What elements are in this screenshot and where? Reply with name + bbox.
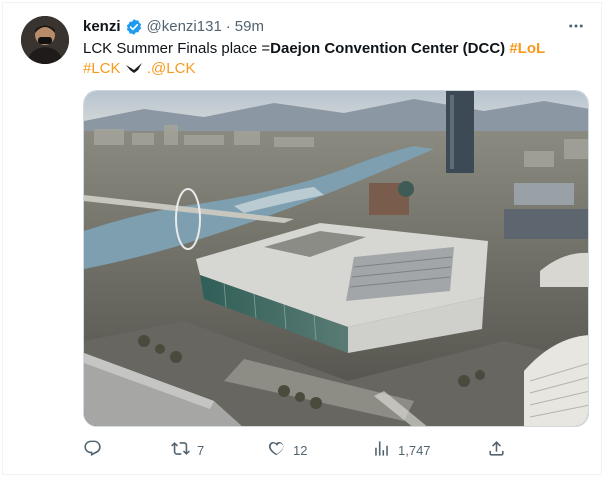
like-icon xyxy=(267,439,286,461)
author-handle[interactable]: @kenzi131 xyxy=(147,17,222,37)
hashtag-lck[interactable]: #LCK xyxy=(83,60,121,77)
reply-icon xyxy=(83,439,102,461)
views-button[interactable]: 1,747 xyxy=(372,439,431,461)
retweet-count: 7 xyxy=(197,442,205,458)
more-options-icon[interactable] xyxy=(565,15,587,37)
tweet-media-photo[interactable] xyxy=(83,90,589,427)
hashtag-lol[interactable]: #LoL xyxy=(509,40,545,57)
venue-name: Daejon Convention Center (DCC) xyxy=(270,40,506,57)
like-count: 12 xyxy=(293,442,308,458)
mention-lck[interactable]: .@LCK xyxy=(147,60,196,77)
tweet-header: kenzi @kenzi131 · 59m xyxy=(83,17,264,37)
share-button[interactable] xyxy=(487,439,506,461)
author-name[interactable]: kenzi xyxy=(83,17,121,37)
reply-button[interactable] xyxy=(83,439,109,461)
tweet-actions: 7 12 1,747 xyxy=(83,439,513,461)
tweet-card[interactable]: kenzi @kenzi131 · 59m LCK Summer Finals … xyxy=(2,2,602,475)
separator-dot: · xyxy=(225,18,231,35)
text-prefix: LCK Summer Finals place = xyxy=(83,40,271,57)
share-icon xyxy=(487,439,506,461)
views-icon xyxy=(372,439,391,461)
views-count: 1,747 xyxy=(398,442,431,458)
retweet-icon xyxy=(171,439,190,461)
timestamp[interactable]: 59m xyxy=(235,17,264,37)
verified-badge-icon xyxy=(125,18,143,36)
avatar[interactable] xyxy=(21,16,69,64)
like-button[interactable]: 12 xyxy=(267,439,307,461)
retweet-button[interactable]: 7 xyxy=(171,439,204,461)
tweet-text: LCK Summer Finals place =Daejon Conventi… xyxy=(83,39,583,79)
hashflag-bird-icon xyxy=(125,60,143,73)
